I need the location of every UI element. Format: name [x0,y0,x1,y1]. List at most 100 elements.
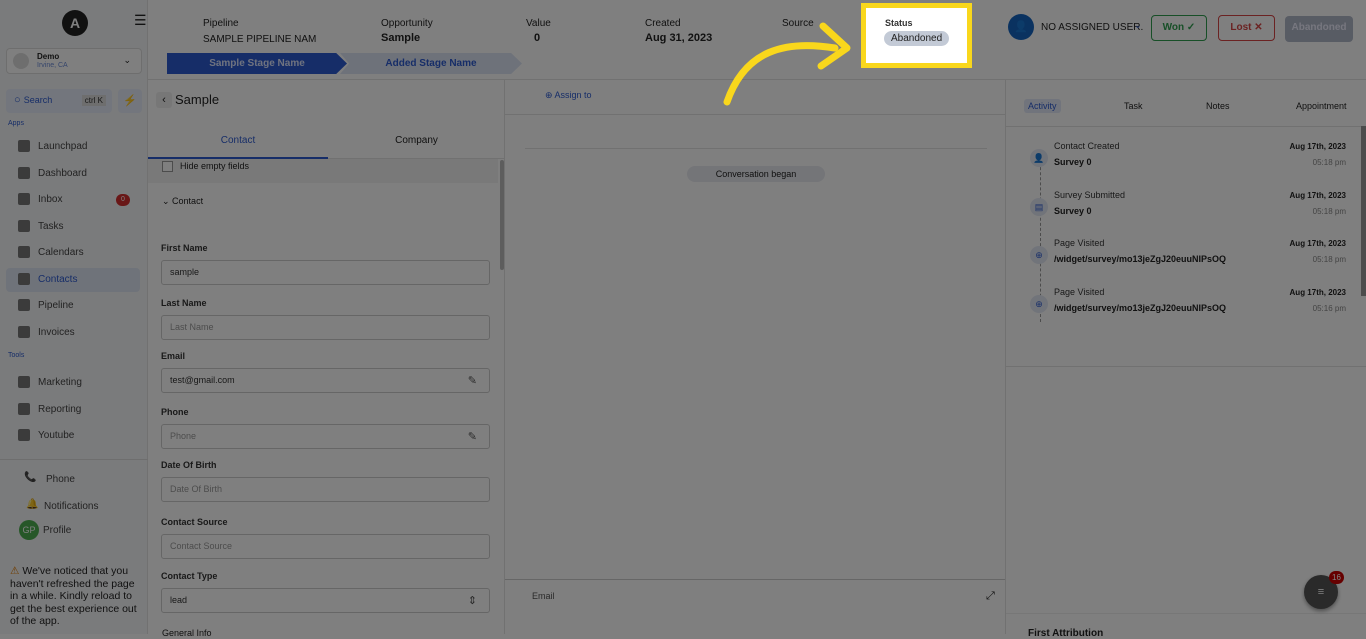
tab-company[interactable]: Company [328,128,505,159]
label: Profile [43,525,72,536]
conversation-began-pill: Conversation began [687,166,825,182]
activity-title: Page Visited [1054,286,1105,297]
created-label: Created [645,18,681,29]
divider [525,148,987,149]
sidebar-item-invoices[interactable]: Invoices [6,321,140,345]
divider [0,459,148,460]
chat-badge: 16 [1329,571,1344,584]
search-button[interactable]: ○ Search ctrl K [6,89,112,113]
activity-icon: ⊕ [1030,294,1048,313]
scrollbar[interactable] [500,160,504,270]
label: Launchpad [38,141,88,152]
contact-source-input[interactable]: Contact Source [161,534,490,559]
location-switcher[interactable]: Demo Irvine, CA ⌄ [6,48,142,74]
composer-tab-email[interactable]: Email [532,591,555,601]
hide-empty-checkbox[interactable] [162,161,173,172]
label: Assign to [554,90,592,100]
sidebar-item-profile[interactable]: GP Profile [6,519,140,543]
last-name-input[interactable]: Last Name [161,315,490,340]
launchpad-icon [18,140,30,152]
tab-task[interactable]: Task [1120,99,1147,113]
search-label: Search [23,95,53,105]
invoices-icon [18,325,30,338]
stage-current[interactable]: Sample Stage Name [167,53,347,74]
status-badge[interactable]: Abandoned [884,31,950,46]
quick-actions-bolt-icon[interactable]: ⚡ [118,89,142,113]
activity-date: Aug 17th, 2023 [1289,142,1346,151]
marketing-icon [18,376,30,388]
edit-icon[interactable]: ✎ [468,430,477,443]
field-label: Last Name [161,298,207,308]
app-logo: A [62,10,88,36]
pointer-arrow-icon [723,22,851,106]
sidebar: A ☰ Demo Irvine, CA ⌄ ○ Search ctrl K ⚡ A… [0,0,148,634]
edit-icon[interactable]: ✎ [468,374,477,387]
sidebar-item-inbox[interactable]: Inbox 0 [6,188,140,212]
sidebar-item-launchpad[interactable]: Launchpad [6,135,140,159]
stage-next[interactable]: Added Stage Name [340,53,522,74]
tab-contact[interactable]: Contact [148,128,328,159]
date-of-birth-input[interactable]: Date Of Birth [161,477,490,502]
section-contact-toggle[interactable]: ⌄ Contact [162,196,203,207]
chevron-down-icon[interactable]: ⌄ [1134,20,1142,31]
abandoned-button[interactable]: Abandoned [1285,16,1353,42]
select-arrows-icon: ⇕ [467,595,477,607]
tab-appointment[interactable]: Appointment [1292,99,1351,113]
tab-activity[interactable]: Activity [1024,99,1061,113]
pipeline-value: SAMPLE PIPELINE NAM [203,34,317,45]
first-name-input[interactable]: sample [161,260,490,285]
label: Contacts [38,273,78,285]
opportunity-value: Sample [381,32,421,44]
sidebar-item-phone[interactable]: 📞 Phone [6,468,140,492]
sidebar-item-youtube[interactable]: Youtube [6,424,140,448]
sidebar-item-pipeline[interactable]: Pipeline [6,294,140,318]
sidebar-item-marketing[interactable]: Marketing [6,371,140,395]
activity-time: 05:18 pm [1312,255,1346,264]
sidebar-item-dashboard[interactable]: Dashboard [6,162,140,186]
activity-time: 05:16 pm [1312,303,1346,313]
field-label: Contact Type [161,571,218,581]
hide-empty-row: Hide empty fields [148,159,498,183]
sidebar-item-tasks[interactable]: Tasks [6,215,140,239]
avatar: GP [19,520,39,540]
inbox-badge: 0 [116,194,130,206]
refresh-notice[interactable]: ⚠ We've noticed that you haven't refresh… [10,565,142,628]
tab-notes[interactable]: Notes [1202,99,1234,113]
phone-input[interactable]: Phone ✎ [161,424,490,449]
activity-time: 05:18 pm [1312,158,1346,167]
panel-title: Sample [175,92,220,107]
assigned-user-select[interactable]: NO ASSIGNED USER. [1041,22,1143,33]
field-label: Email [161,351,186,361]
pipeline-icon [18,299,30,311]
user-avatar-icon[interactable]: 👤 [1008,14,1034,40]
field-value: test@gmail.com [170,375,235,385]
label: Won [1162,22,1185,33]
label: Tasks [38,220,64,232]
expand-icon[interactable]: ⤢ [986,590,995,603]
sidebar-item-contacts[interactable]: Contacts [6,267,140,292]
label: Marketing [38,377,82,388]
lost-button[interactable]: Lost ✕ [1218,15,1275,41]
won-button[interactable]: Won ✓ [1151,15,1207,41]
menu-toggle-icon[interactable]: ☰ [134,12,147,29]
label: Dashboard [38,167,87,179]
status-label: Status [885,18,913,28]
label: Notifications [44,501,99,512]
calendars-icon [18,246,30,258]
section-general-info-toggle[interactable]: General Info [162,628,212,638]
sidebar-item-calendars[interactable]: Calendars [6,241,140,265]
activity-panel: Activity Task Notes Appointment 👤 Contact Cr… [1005,80,1366,639]
inbox-icon [18,193,30,205]
sidebar-item-reporting[interactable]: Reporting [6,398,140,422]
scrollbar[interactable] [1361,126,1366,296]
back-button[interactable]: ‹ [156,92,172,108]
chat-widget-button[interactable]: ≡ 16 [1304,571,1344,609]
assign-to-button[interactable]: ⊕ Assign to [545,90,592,101]
email-input[interactable]: test@gmail.com ✎ [161,368,490,393]
contact-type-input[interactable]: lead ⇕ [161,588,490,613]
search-shortcut: ctrl K [81,95,106,106]
label: Calendars [38,247,84,258]
sidebar-item-notifications[interactable]: 🔔 Notifications [6,495,140,519]
warning-icon: ⚠ [10,565,23,577]
activity-item: 👤 Contact Created Survey 0 Aug 17th, 2023 05… [1026,141,1346,189]
